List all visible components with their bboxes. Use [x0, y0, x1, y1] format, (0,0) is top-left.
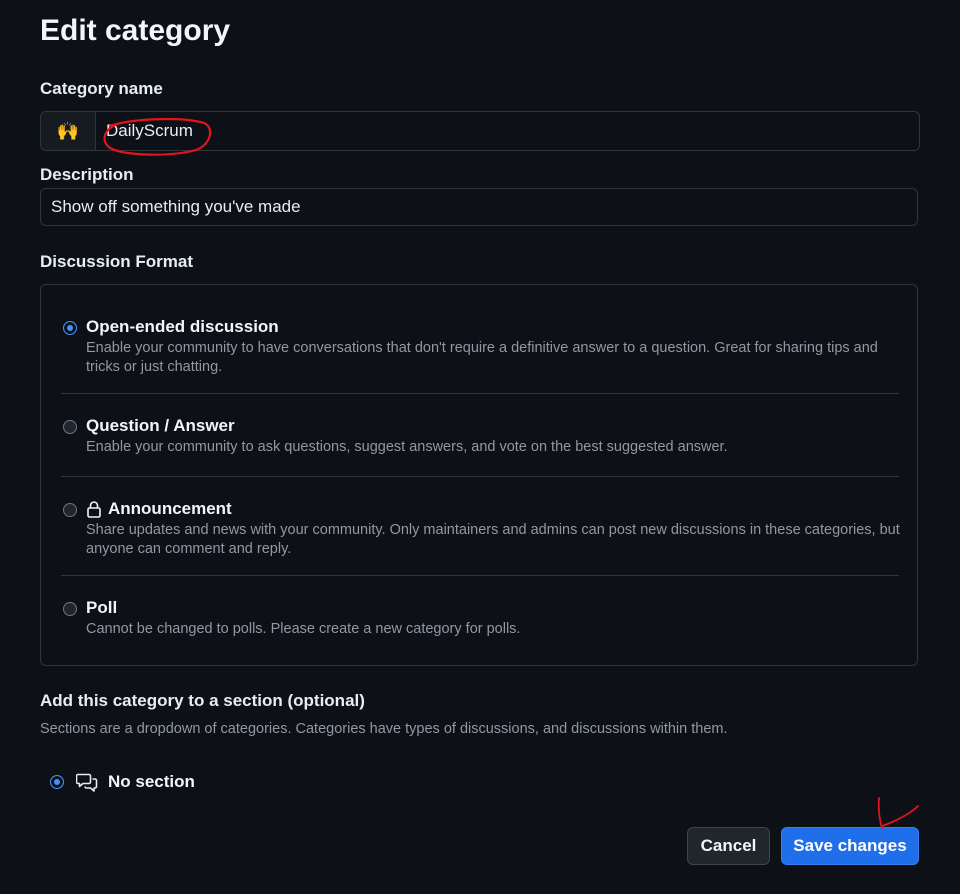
cancel-button[interactable]: Cancel: [687, 827, 770, 865]
discussion-format-label: Discussion Format: [40, 252, 194, 271]
option-description: Enable your community to ask questions, …: [86, 439, 728, 455]
edit-category-page: Edit category Category name 🙌 Descriptio…: [0, 0, 960, 894]
option-title: Announcement: [108, 499, 232, 518]
no-section-label: No section: [108, 772, 195, 791]
option-title: Open-ended discussion: [86, 317, 279, 336]
radio-announcement[interactable]: [63, 503, 77, 517]
radio-no-section[interactable]: [50, 775, 64, 789]
category-name-label: Category name: [40, 79, 163, 98]
category-name-input[interactable]: [96, 112, 919, 150]
save-changes-button[interactable]: Save changes: [781, 827, 919, 865]
option-title-row: Announcement: [86, 499, 232, 519]
option-title: Poll: [86, 598, 118, 617]
no-section-option[interactable]: No section: [50, 772, 195, 792]
option-description: Share updates and news with your communi…: [86, 522, 900, 557]
comment-discussion-icon: [76, 772, 98, 792]
section-help-text: Sections are a dropdown of categories. C…: [40, 721, 728, 737]
format-option-poll[interactable]: Poll Cannot be changed to polls. Please …: [61, 598, 899, 638]
emoji-picker-button[interactable]: 🙌: [41, 112, 96, 150]
category-name-field: 🙌: [40, 111, 920, 151]
format-option-question-answer[interactable]: Question / Answer Enable your community …: [61, 416, 899, 456]
option-divider: [61, 575, 899, 576]
radio-open-ended[interactable]: [63, 321, 77, 335]
radio-question-answer[interactable]: [63, 420, 77, 434]
option-title: Question / Answer: [86, 416, 235, 435]
format-option-open-ended[interactable]: Open-ended discussion Enable your commun…: [61, 317, 899, 377]
option-description: Enable your community to have conversati…: [86, 340, 878, 375]
description-input[interactable]: [40, 188, 918, 226]
discussion-format-box: Open-ended discussion Enable your commun…: [40, 284, 918, 666]
radio-poll[interactable]: [63, 602, 77, 616]
option-divider: [61, 393, 899, 394]
option-description: Cannot be changed to polls. Please creat…: [86, 621, 521, 637]
description-label: Description: [40, 165, 134, 184]
lock-icon: [87, 501, 101, 518]
page-title: Edit category: [40, 14, 231, 47]
section-label: Add this category to a section (optional…: [40, 691, 365, 710]
option-divider: [61, 476, 899, 477]
format-option-announcement[interactable]: Announcement Share updates and news with…: [61, 499, 900, 559]
